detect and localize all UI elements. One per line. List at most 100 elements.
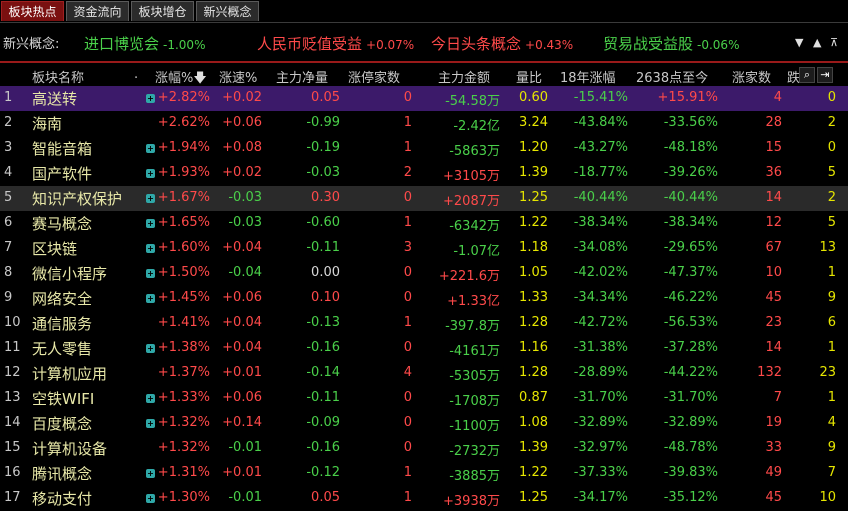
add-watchlist-icon[interactable]: + <box>146 194 155 203</box>
ticker-item[interactable]: 进口博览会 -1.00% <box>84 33 205 54</box>
cell-up: 28 <box>765 115 782 130</box>
tab-fund-flow[interactable]: 资金流向 <box>66 1 129 21</box>
col-18-change[interactable]: 18年涨幅 <box>560 67 616 86</box>
caret-up-icon[interactable]: ▲ <box>813 36 821 49</box>
col-rising[interactable]: 涨家数 <box>732 67 771 86</box>
sector-name[interactable]: 赛马概念 <box>32 213 92 234</box>
cell-up: 19 <box>765 415 782 430</box>
cell-ratio: 1.39 <box>519 165 548 180</box>
cell-up: 45 <box>765 490 782 505</box>
sector-name[interactable]: 移动支付 <box>32 488 92 509</box>
cell-change: +1.50% <box>157 265 210 280</box>
row-index: 1 <box>4 90 13 105</box>
cell-limit: 0 <box>403 415 412 430</box>
cell-net: -0.14 <box>306 365 340 380</box>
add-watchlist-icon[interactable]: + <box>146 94 155 103</box>
sector-name[interactable]: 微信小程序 <box>32 263 107 284</box>
sector-name[interactable]: 通信服务 <box>32 313 92 334</box>
cell-limit: 0 <box>403 190 412 205</box>
table-row[interactable]: 13 空铁WIFI + +1.33% +0.06 -0.11 0 -1708万 0.87 -31.… <box>0 386 848 411</box>
table-row[interactable]: 7 区块链 + +1.60% +0.04 -0.11 3 -1.07亿 1.18 -34.08% -… <box>0 236 848 261</box>
export-icon[interactable]: ⇥ <box>817 67 833 83</box>
scroll-to-top-icon[interactable]: ⊼ <box>830 36 838 49</box>
cell-amount: +2087万 <box>443 194 500 209</box>
cell-net: 0.05 <box>311 90 340 105</box>
tab-emerging-concept[interactable]: 新兴概念 <box>196 1 259 21</box>
table-row[interactable]: 8 微信小程序 + +1.50% -0.04 0.00 0 +221.6万 1.05 -42.02… <box>0 261 848 286</box>
sector-name[interactable]: 区块链 <box>32 238 77 259</box>
cell-down: 5 <box>827 165 836 180</box>
sector-name[interactable]: 计算机应用 <box>32 363 107 384</box>
table-row[interactable]: 5 知识产权保护 + +1.67% -0.03 0.30 0 +2087万 1.25 -40.44… <box>0 186 848 211</box>
add-watchlist-icon[interactable]: + <box>146 219 155 228</box>
add-watchlist-icon[interactable]: + <box>146 394 155 403</box>
add-watchlist-icon[interactable]: + <box>146 169 155 178</box>
search-icon[interactable]: ⌕ <box>799 67 815 83</box>
sector-name[interactable]: 百度概念 <box>32 413 92 434</box>
cell-change: +1.67% <box>157 190 210 205</box>
col-main-net[interactable]: 主力净量 <box>276 67 328 86</box>
add-watchlist-icon[interactable]: + <box>146 294 155 303</box>
caret-down-icon[interactable]: ▼ <box>795 36 803 49</box>
sector-name[interactable]: 计算机设备 <box>32 438 107 459</box>
cell-y18: -43.84% <box>573 115 628 130</box>
cell-amount: -397.8万 <box>445 319 500 334</box>
add-watchlist-icon[interactable]: + <box>146 469 155 478</box>
cell-up: 45 <box>765 290 782 305</box>
add-watchlist-icon[interactable]: + <box>146 144 155 153</box>
table-row[interactable]: 6 赛马概念 + +1.65% -0.03 -0.60 1 -6342万 1.22 -38.34%… <box>0 211 848 236</box>
table-row[interactable]: 11 无人零售 + +1.38% +0.04 -0.16 0 -4161万 1.16 -31.38… <box>0 336 848 361</box>
add-watchlist-icon[interactable]: + <box>146 494 155 503</box>
table-row[interactable]: 1 高送转 + +2.82% +0.02 0.05 0 -54.58万 0.60 -15.41% +… <box>0 86 848 111</box>
add-watchlist-icon[interactable]: + <box>146 244 155 253</box>
add-watchlist-icon[interactable]: + <box>146 269 155 278</box>
sector-name[interactable]: 无人零售 <box>32 338 92 359</box>
table-row[interactable]: 12 计算机应用 +1.37% +0.01 -0.14 4 -5305万 1.28 -28.89… <box>0 361 848 386</box>
table-row[interactable]: 16 腾讯概念 + +1.31% +0.01 -0.12 1 -3885万 1.22 -37.33… <box>0 461 848 486</box>
cell-amount: -54.58万 <box>445 94 500 109</box>
sector-name[interactable]: 空铁WIFI <box>32 388 94 409</box>
table-row[interactable]: 17 移动支付 + +1.30% -0.01 0.05 1 +3938万 1.25 -34.17%… <box>0 486 848 511</box>
table-row[interactable]: 3 智能音箱 + +1.94% +0.08 -0.19 1 -5863万 1.20 -43.27%… <box>0 136 848 161</box>
add-watchlist-icon[interactable]: + <box>146 344 155 353</box>
cell-down: 2 <box>827 115 836 130</box>
sector-name[interactable]: 腾讯概念 <box>32 463 92 484</box>
ticker-item-name: 今日头条概念 <box>431 35 522 53</box>
col-speed[interactable]: 涨速% <box>219 67 257 86</box>
ticker-item[interactable]: 今日头条概念 +0.43% <box>431 33 573 54</box>
sector-name[interactable]: 知识产权保护 <box>32 188 122 209</box>
table-row[interactable]: 14 百度概念 + +1.32% +0.14 -0.09 0 -1100万 1.08 -32.89… <box>0 411 848 436</box>
col-main-amount[interactable]: 主力金额 <box>438 67 490 86</box>
cell-speed: -0.04 <box>228 265 262 280</box>
cell-y18: -37.33% <box>573 465 628 480</box>
sector-name[interactable]: 国产软件 <box>32 163 92 184</box>
cell-limit: 1 <box>403 115 412 130</box>
cell-since: -39.83% <box>663 465 718 480</box>
cell-net: -0.13 <box>306 315 340 330</box>
cell-ratio: 1.20 <box>519 140 548 155</box>
cell-ratio: 1.16 <box>519 340 548 355</box>
sector-name[interactable]: 智能音箱 <box>32 138 92 159</box>
sector-name[interactable]: 网络安全 <box>32 288 92 309</box>
tab-sector-hotspot[interactable]: 板块热点 <box>1 1 64 21</box>
col-since-2638[interactable]: 2638点至今 <box>636 67 708 86</box>
col-vol-ratio[interactable]: 量比 <box>516 67 542 86</box>
cell-speed: +0.02 <box>222 165 262 180</box>
sector-name[interactable]: 高送转 <box>32 88 77 109</box>
table-row[interactable]: 10 通信服务 +1.41% +0.04 -0.13 1 -397.8万 1.28 -42.72… <box>0 311 848 336</box>
ticker-item[interactable]: 人民币贬值受益 +0.07% <box>257 33 414 54</box>
add-watchlist-icon[interactable]: + <box>146 419 155 428</box>
cell-down: 5 <box>827 215 836 230</box>
col-name[interactable]: 板块名称 <box>32 67 84 86</box>
cell-change: +1.41% <box>157 315 210 330</box>
cell-up: 7 <box>773 390 782 405</box>
table-row[interactable]: 4 国产软件 + +1.93% +0.02 -0.03 2 +3105万 1.39 -18.77%… <box>0 161 848 186</box>
table-row[interactable]: 15 计算机设备 +1.32% -0.01 -0.16 0 -2732万 1.39 -32.97… <box>0 436 848 461</box>
ticker-item[interactable]: 贸易战受益股 -0.06% <box>603 33 739 54</box>
col-limit-up[interactable]: 涨停家数 <box>348 67 400 86</box>
tab-sector-position[interactable]: 板块增仓 <box>131 1 194 21</box>
cell-since: -47.37% <box>663 265 718 280</box>
table-row[interactable]: 9 网络安全 + +1.45% +0.06 0.10 0 +1.33亿 1.33 -34.34% -… <box>0 286 848 311</box>
sector-name[interactable]: 海南 <box>32 113 62 134</box>
table-row[interactable]: 2 海南 +2.62% +0.06 -0.99 1 -2.42亿 3.24 -43.84% -33… <box>0 111 848 136</box>
